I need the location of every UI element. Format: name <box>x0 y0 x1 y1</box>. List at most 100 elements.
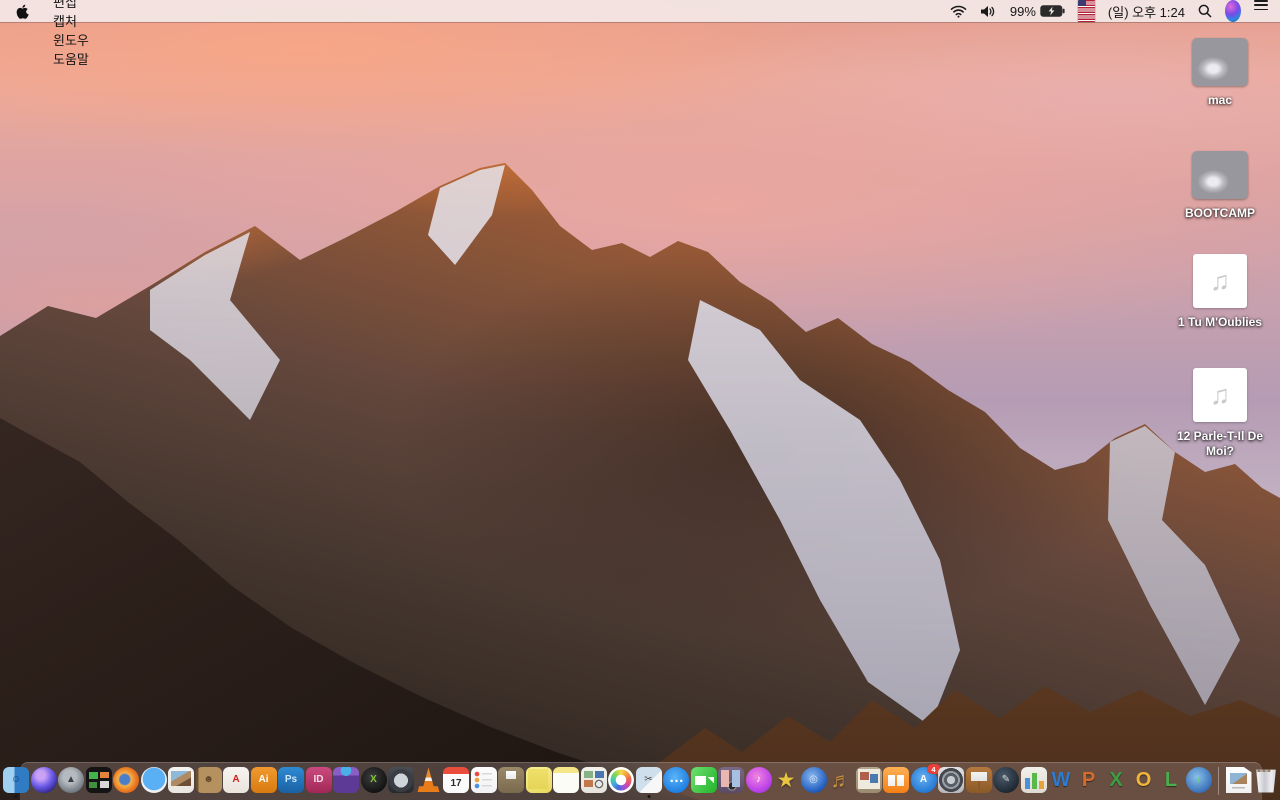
music-note-icon: ♫ <box>1209 265 1231 296</box>
menu-window[interactable]: 윈도우 <box>43 30 114 49</box>
dock-system-preferences[interactable] <box>938 767 964 793</box>
dock-icon-glyph: O <box>1135 769 1152 791</box>
dock-icon-glyph: ◎ <box>809 774 818 785</box>
dock-lync[interactable]: L <box>1158 767 1184 793</box>
dock-icon-glyph: ✎ <box>1001 774 1011 785</box>
dock-icon-glyph: ♪ <box>756 774 761 785</box>
dock-keynote[interactable] <box>965 767 992 793</box>
dock-numbers[interactable] <box>1020 767 1047 793</box>
desktop-icon-label: mac <box>1207 93 1233 107</box>
dock-icon-glyph: Ai <box>258 774 269 785</box>
dock-icon-glyph: X <box>370 774 377 785</box>
dock-icon-glyph: ♬ <box>830 768 852 792</box>
dock-calendar[interactable]: 17 <box>443 767 469 793</box>
dock-photos[interactable] <box>608 767 634 793</box>
dock-icon-glyph: 17 <box>450 777 462 789</box>
apple-logo-icon <box>16 4 29 19</box>
dock-icon-glyph: ▲ <box>66 774 76 785</box>
menu-edit[interactable]: 편집 <box>43 0 114 11</box>
dock-app-store[interactable]: A 4 <box>910 764 941 793</box>
menu-items: 화면 캡처파일편집캡처윈도우도움말 <box>43 0 114 68</box>
dock-indesign[interactable]: ID <box>305 767 332 793</box>
menu-help[interactable]: 도움말 <box>43 49 114 68</box>
desktop-icon-column: mac BOOTCAMP ♫ 1 Tu M'Oublies ♫ 12 Parle… <box>1160 0 1280 800</box>
dock-outlook[interactable]: O <box>1131 767 1157 793</box>
dock-ibooks[interactable] <box>883 767 909 793</box>
dock-powerpoint[interactable]: P <box>1076 767 1102 793</box>
us-flag-icon[interactable] <box>1077 0 1095 22</box>
dock-reminders[interactable] <box>470 767 497 793</box>
dock-itunes[interactable]: ♪ <box>745 767 772 793</box>
dock-messages[interactable]: … <box>663 767 689 793</box>
dock-icon-glyph: Ps <box>284 774 298 785</box>
dock-finder[interactable]: ☺ <box>3 767 29 798</box>
dock-firefox[interactable] <box>113 767 139 793</box>
running-indicator <box>14 795 18 798</box>
menu-bar-left: 화면 캡처파일편집캡처윈도우도움말 <box>0 0 114 67</box>
dock-idvd[interactable]: ◎ <box>800 767 827 793</box>
dock-downloader[interactable]: ↓ <box>1185 767 1212 793</box>
menu-capture[interactable]: 캡처 <box>43 11 114 30</box>
dock-mission-control[interactable] <box>85 767 112 793</box>
dock-preview[interactable] <box>168 767 194 793</box>
dock-stickies[interactable] <box>525 767 552 793</box>
desktop-icon-label: 1 Tu M'Oublies <box>1178 315 1262 329</box>
dock-siri[interactable] <box>30 767 57 793</box>
dock-jpeg-document[interactable] <box>1225 767 1252 793</box>
dock-icon-glyph: X <box>1109 769 1123 791</box>
running-indicator <box>647 795 650 798</box>
dock-icon-glyph: ★ <box>776 768 796 792</box>
wallpaper <box>0 0 1280 800</box>
dock-icon-glyph: W <box>1051 769 1071 791</box>
dock-archive-box[interactable] <box>498 767 524 793</box>
dock-fan-utility[interactable] <box>388 767 414 793</box>
volume-icon[interactable] <box>980 0 997 22</box>
dock-contacts[interactable]: ☻ <box>195 767 222 793</box>
dock-icon-glyph: A <box>919 774 928 785</box>
dock: ☺ ▲ ☻ A Ai Ps ID X 17 ✂ … ♪ ★ ◎ ♬ A 4 ✎ … <box>3 762 1276 800</box>
dock-facetime[interactable] <box>690 767 717 793</box>
volume-bootcamp[interactable]: BOOTCAMP <box>1168 151 1272 221</box>
siri-icon[interactable] <box>1225 0 1241 22</box>
dock-safari[interactable] <box>140 767 167 793</box>
dock-launchpad[interactable]: ▲ <box>58 767 84 793</box>
dock-icon-glyph: ↓ <box>1196 774 1201 785</box>
battery-menu-extra[interactable]: 99% <box>1010 0 1065 22</box>
dock-icon-glyph: ☻ <box>203 774 214 785</box>
dock-icon-glyph: P <box>1081 769 1096 791</box>
wifi-icon[interactable] <box>950 0 967 22</box>
desktop-icon-image: ♫ <box>1193 254 1247 308</box>
desktop-icon-label: 12 Parle-T-Il De Moi? <box>1176 429 1264 458</box>
volume-mac[interactable]: mac <box>1168 38 1272 108</box>
dock-image-capture[interactable] <box>580 767 607 793</box>
dock-vlc[interactable] <box>417 767 440 792</box>
dock-acrobat[interactable]: A <box>223 767 249 793</box>
dock-separator[interactable] <box>1218 767 1219 795</box>
dock-icon-glyph: ☺ <box>10 774 22 785</box>
notification-center-icon[interactable] <box>1254 0 1268 22</box>
music-note-icon: ♫ <box>1209 379 1231 410</box>
clock[interactable]: (일) 오후 1:24 <box>1108 0 1185 22</box>
dock-excel[interactable]: X <box>1103 767 1129 793</box>
file-1-tu-moublies[interactable]: ♫ 1 Tu M'Oublies <box>1168 254 1272 330</box>
desktop-icon-image <box>1192 151 1248 199</box>
dock-photoshop[interactable]: Ps <box>278 767 304 793</box>
dock-toast[interactable] <box>333 767 359 793</box>
apple-menu[interactable] <box>0 0 43 22</box>
desktop-screen: 화면 캡처파일편집캡처윈도우도움말 99% <box>0 0 1280 800</box>
dock-photo-booth[interactable] <box>718 767 744 793</box>
dock-word[interactable]: W <box>1048 767 1074 793</box>
spotlight-search-icon[interactable] <box>1198 0 1212 22</box>
dock-icon-glyph: L <box>1164 769 1178 791</box>
file-12-parle-t-il-de-moi[interactable]: ♫ 12 Parle-T-Il De Moi? <box>1168 368 1272 459</box>
dock-grab-screen-capture[interactable]: ✂ <box>635 767 662 798</box>
battery-percent: 99% <box>1009 3 1036 19</box>
dock-x-app[interactable]: X <box>360 767 387 793</box>
dock-imovie[interactable]: ★ <box>773 767 799 793</box>
dock-notes[interactable] <box>553 767 579 793</box>
dock-illustrator[interactable]: Ai <box>250 767 277 793</box>
dock-icon-glyph: ✂ <box>644 774 653 785</box>
dock-scrapbook[interactable] <box>855 767 882 793</box>
dock-pages[interactable]: ✎ <box>993 767 1019 793</box>
dock-garageband[interactable]: ♬ <box>828 767 854 793</box>
